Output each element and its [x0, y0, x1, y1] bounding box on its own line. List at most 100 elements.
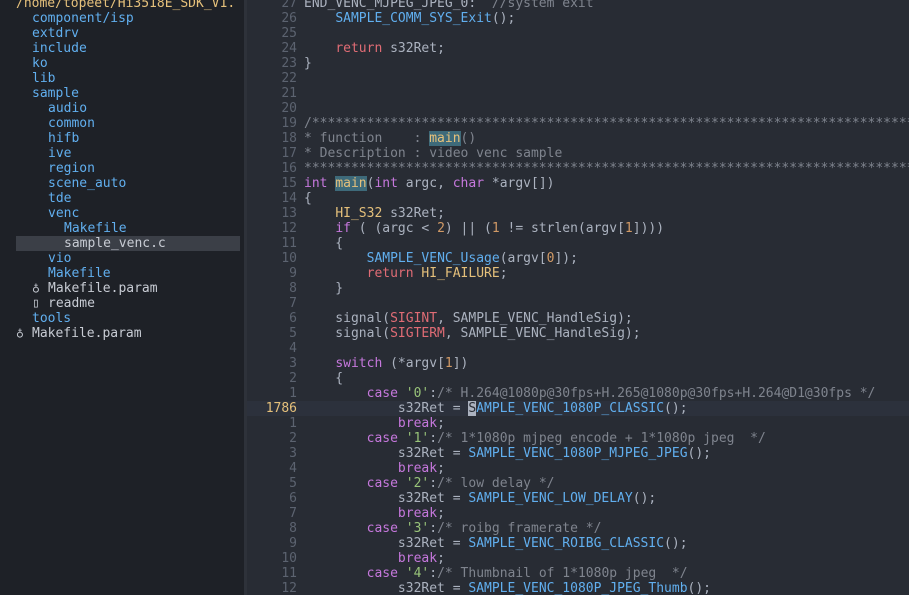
code-token: ]))) [632, 221, 665, 236]
code-line[interactable]: 1 break; [247, 416, 909, 431]
code-token: ]) [452, 356, 469, 371]
tree-folder[interactable]: vio [0, 251, 244, 266]
code-line[interactable]: 10 break; [247, 551, 909, 566]
tree-file[interactable]: ▯ readme [0, 296, 244, 311]
code-line[interactable]: 8 } [247, 281, 909, 296]
code-line[interactable]: 24 return s32Ret; [247, 41, 909, 56]
tree-item-label: hifb [48, 131, 80, 146]
code-text: s32Ret = SAMPLE_VENC_LOW_DELAY(); [304, 491, 656, 506]
code-line[interactable]: 20 [247, 101, 909, 116]
code-line[interactable]: 6 signal(SIGINT, SAMPLE_VENC_HandleSig); [247, 311, 909, 326]
code-text: /***************************************… [304, 116, 909, 131]
code-text: SAMPLE_VENC_Usage(argv[0]); [304, 251, 578, 266]
code-editor[interactable]: 27 END_VENC_MJPEG_JPEG_0: //system exit 26… [247, 0, 909, 595]
code-token: /* Thumbnail of 1*1080p jpeg */ [437, 566, 688, 581]
tree-folder[interactable]: tde [0, 191, 244, 206]
code-line[interactable]: 12 if ( (argc < 2) || (1 != strlen(argv[… [247, 221, 909, 236]
tree-item-label: include [32, 41, 87, 56]
code-line[interactable]: 9 return HI_FAILURE; [247, 266, 909, 281]
code-line[interactable]: 3 s32Ret = SAMPLE_VENC_1080P_MJPEG_JPEG(… [247, 446, 909, 461]
code-line[interactable]: 9 s32Ret = SAMPLE_VENC_ROIBG_CLASSIC(); [247, 536, 909, 551]
tree-folder[interactable]: Makefile [0, 221, 244, 236]
tree-folder[interactable]: component/isp [0, 11, 244, 26]
code-line[interactable]: 26 SAMPLE_COMM_SYS_Exit(); [247, 11, 909, 26]
line-number: 12 [281, 221, 297, 236]
code-token: ; [437, 551, 445, 566]
tree-folder[interactable]: scene_auto [0, 176, 244, 191]
tree-folder[interactable]: common [0, 116, 244, 131]
code-line-current[interactable]: 1786 s32Ret = SAMPLE_VENC_1080P_CLASSIC(… [247, 401, 909, 416]
code-token: (); [687, 446, 712, 461]
line-number: 4 [289, 341, 297, 356]
code-line[interactable]: 12 s32Ret = SAMPLE_VENC_1080P_JPEG_Thumb… [247, 581, 909, 595]
code-line[interactable]: 17 * Description : video venc sample [247, 146, 909, 161]
tree-folder[interactable]: region [0, 161, 244, 176]
code-line[interactable]: 7 [247, 296, 909, 311]
code-line[interactable]: 21 [247, 86, 909, 101]
code-token: HI_FAILURE [421, 266, 500, 281]
code-token: (argv[ [499, 251, 547, 266]
code-line[interactable]: 3 switch (*argv[1]) [247, 356, 909, 371]
code-token: int [304, 176, 328, 191]
code-line[interactable]: 1 case '0':/* H.264@1080p@30fps+H.265@10… [247, 386, 909, 401]
line-number: 7 [289, 506, 297, 521]
line-number: 23 [281, 56, 297, 71]
code-line[interactable]: 11 case '4':/* Thumbnail of 1*1080p jpeg… [247, 566, 909, 581]
tree-folder[interactable]: extdrv [0, 26, 244, 41]
code-line[interactable]: 14 { [247, 191, 909, 206]
tree-folder[interactable]: audio [0, 101, 244, 116]
code-token: '0' [405, 386, 430, 401]
code-line[interactable]: 8 case '3':/* roibg framerate */ [247, 521, 909, 536]
tree-file[interactable]: ♁ Makefile.param [0, 281, 244, 296]
code-token: SAMPLE_VENC_1080P_MJPEG_JPEG [468, 446, 688, 461]
tree-file[interactable]: sample_venc.c [0, 236, 244, 251]
code-line[interactable]: 18 * function : main() [247, 131, 909, 146]
code-line[interactable]: 7 break; [247, 506, 909, 521]
code-line[interactable]: 10 SAMPLE_VENC_Usage(argv[0]); [247, 251, 909, 266]
tree-root-path[interactable]: /home/topeet/Hi3518E_SDK_V1. [0, 0, 244, 11]
code-line[interactable]: 5 signal(SIGTERM, SAMPLE_VENC_HandleSig)… [247, 326, 909, 341]
code-token: //system exit [491, 0, 594, 11]
code-token: ****************************************… [304, 161, 909, 176]
code-line[interactable]: 16 **************************************… [247, 161, 909, 176]
tree-folder[interactable]: hifb [0, 131, 244, 146]
tree-folder[interactable]: ko [0, 56, 244, 71]
code-line[interactable]: 13 HI_S32 s32Ret; [247, 206, 909, 221]
code-token: s32Ret = [304, 491, 469, 506]
tree-item-label: /home/topeet/Hi3518E_SDK_V1. [16, 0, 236, 11]
code-line[interactable]: 6 s32Ret = SAMPLE_VENC_LOW_DELAY(); [247, 491, 909, 506]
code-token: main [335, 176, 367, 191]
code-line[interactable]: 4 break; [247, 461, 909, 476]
code-token: } [304, 56, 312, 71]
line-number: 25 [281, 26, 297, 41]
code-text: { [304, 191, 312, 206]
code-line[interactable]: 11 { [247, 236, 909, 251]
code-token: ; [437, 461, 445, 476]
tree-folder[interactable]: tools [0, 311, 244, 326]
code-line[interactable]: 19 /*************************************… [247, 116, 909, 131]
tree-folder[interactable]: include [0, 41, 244, 56]
line-number: 1786 [265, 401, 297, 416]
line-number: 1 [289, 386, 297, 401]
code-line[interactable]: 15 int main(int argc, char *argv[]) [247, 176, 909, 191]
code-line[interactable]: 5 case '2':/* low delay */ [247, 476, 909, 491]
tree-folder[interactable]: venc [0, 206, 244, 221]
code-line[interactable]: 4 [247, 341, 909, 356]
code-token: HI_S32 [335, 206, 383, 221]
code-line[interactable]: 22 [247, 71, 909, 86]
tree-file[interactable]: ♁ Makefile.param [0, 326, 244, 341]
code-line[interactable]: 27 END_VENC_MJPEG_JPEG_0: //system exit [247, 0, 909, 11]
code-line[interactable]: 2 { [247, 371, 909, 386]
tree-folder[interactable]: sample [0, 86, 244, 101]
code-line[interactable]: 2 case '1':/* 1*1080p mjpeg encode + 1*1… [247, 431, 909, 446]
code-token: ; [437, 416, 445, 431]
tree-folder[interactable]: lib [0, 71, 244, 86]
code-line[interactable]: 25 [247, 26, 909, 41]
code-line[interactable]: 23} [247, 56, 909, 71]
code-token: != strlen(argv[ [499, 221, 625, 236]
tree-folder[interactable]: ive [0, 146, 244, 161]
code-text: s32Ret = SAMPLE_VENC_1080P_CLASSIC(); [304, 401, 688, 416]
tree-folder[interactable]: Makefile [0, 266, 244, 281]
